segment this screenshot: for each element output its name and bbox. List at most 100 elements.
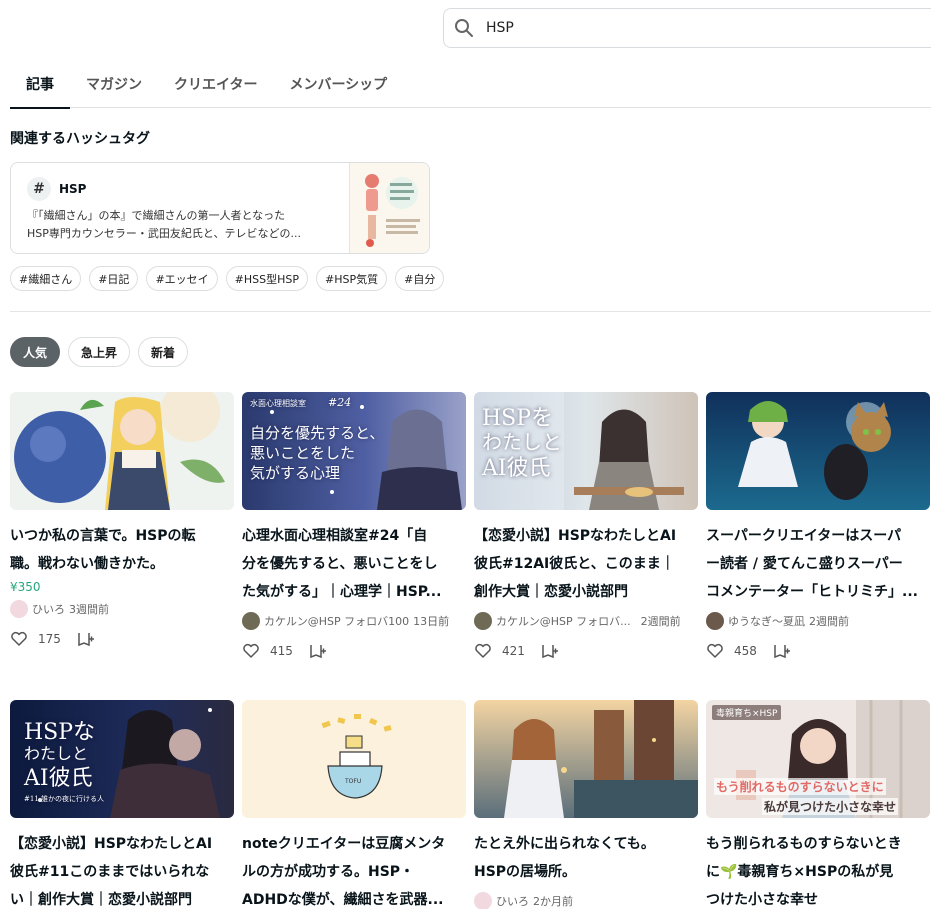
- like-count: 421: [502, 644, 525, 658]
- hashtag-description-line: 『「繊細さん」の本』で繊細さんの第一人者となった: [27, 209, 286, 222]
- article-thumbnail: TOFU: [242, 700, 466, 818]
- sort-new-button[interactable]: 新着: [138, 337, 189, 367]
- thumbnail-caption: TOFU: [345, 778, 362, 785]
- section-divider: [10, 311, 931, 312]
- thumbnail-caption: #11 誰かの夜に行ける人: [24, 795, 104, 803]
- thumbnail-caption: 自分を優先すると、: [250, 424, 385, 442]
- heart-icon[interactable]: [10, 630, 28, 648]
- heart-icon[interactable]: [706, 642, 724, 660]
- article-thumbnail: [706, 392, 930, 510]
- article-actions: 175: [10, 630, 234, 648]
- article-title-line: もう削られるものすらないとき: [706, 836, 902, 852]
- tab-creators[interactable]: クリエイター: [158, 60, 273, 108]
- article-title-line: スーパークリエイターはスーパ: [706, 528, 902, 544]
- article-title-line: noteクリエイターは豆腐メンタ: [242, 836, 446, 852]
- thumbnail-caption: AI彼氏: [482, 456, 551, 481]
- article-card[interactable]: HSPな わたしと AI彼氏 #11 誰かの夜に行ける人 【恋愛小説】HSPなわ…: [10, 700, 234, 909]
- article-card[interactable]: TOFU noteクリエイターは豆腐メンタ ルの方が成功する。HSP・ ADHD…: [242, 700, 466, 909]
- hashtag-card[interactable]: # HSP 『「繊細さん」の本』で繊細さんの第一人者となった HSP専門カウンセ…: [10, 162, 430, 254]
- article-thumbnail: [10, 392, 234, 510]
- article-title[interactable]: 【恋愛小説】HSPなわたしとAI 彼氏#11このままではいられな い｜創作大賞｜…: [10, 830, 234, 909]
- article-price: ¥350: [10, 580, 41, 594]
- article-title-line: 【恋愛小説】HSPなわたしとAI: [10, 836, 213, 852]
- article-title-line: 彼氏#12AI彼氏と、このまま｜: [474, 556, 675, 572]
- heart-icon[interactable]: [242, 642, 260, 660]
- post-time: 2週間前: [640, 615, 681, 628]
- article-title[interactable]: 心理水面心理相談室#24「自 分を優先すると、悪いことをし た気がする」｜心理学…: [242, 522, 466, 606]
- article-title-line: 【恋愛小説】HSPなわたしとAI: [474, 528, 677, 544]
- article-title[interactable]: スーパークリエイターはスーパ ー読者 / 愛てんこ盛りスーパー コメンテーター「…: [706, 522, 930, 606]
- thumbnail-caption: 水面心理相談室: [250, 399, 306, 408]
- related-hashtags-title: 関連するハッシュタグ: [10, 131, 150, 147]
- article-title-line: た気がする」｜心理学｜HSP...: [242, 584, 442, 600]
- sort-filter: 人気 急上昇 新着: [10, 337, 196, 367]
- article-author[interactable]: ひいろ 3週間前: [10, 600, 234, 618]
- add-to-magazine-icon[interactable]: [77, 630, 95, 648]
- search-query[interactable]: HSP: [486, 20, 514, 36]
- hashtag-name: HSP: [59, 182, 87, 196]
- article-title-line: HSPの居場所。: [474, 864, 577, 880]
- like-count: 415: [270, 644, 293, 658]
- avatar: [474, 892, 492, 909]
- author-name: カケルン@HSP フォロバ...: [496, 615, 631, 628]
- search-icon: [455, 19, 473, 37]
- article-card[interactable]: HSPを わたしと AI彼氏 【恋愛小説】HSPなわたしとAI 彼氏#12AI彼…: [474, 392, 698, 660]
- tab-memberships[interactable]: メンバーシップ: [273, 60, 403, 108]
- author-name: ひいろ: [32, 603, 65, 616]
- tab-articles[interactable]: 記事: [10, 60, 70, 109]
- hashtag-chip[interactable]: #繊細さん: [10, 266, 82, 291]
- article-actions: 421: [474, 642, 698, 660]
- article-author[interactable]: ゆうなぎ〜夏凪 2週間前: [706, 612, 930, 630]
- add-to-magazine-icon[interactable]: [541, 642, 559, 660]
- hashtag-chip[interactable]: #自分: [395, 266, 445, 291]
- article-title-line: 分を優先すると、悪いことをし: [242, 556, 438, 572]
- article-title-line: 創作大賞｜恋愛小説部門: [474, 584, 628, 600]
- article-title-line: コメンテーター「ヒトリミチ」...: [706, 584, 918, 600]
- sort-trending-button[interactable]: 急上昇: [68, 337, 131, 367]
- article-title[interactable]: もう削られるものすらないとき に🌱毒親育ち×HSPの私が見 つけた小さな幸せ: [706, 830, 930, 909]
- article-title[interactable]: いつか私の言葉で。HSPの転 職。戦わない働きかた。: [10, 522, 234, 578]
- article-title[interactable]: noteクリエイターは豆腐メンタ ルの方が成功する。HSP・ ADHDな僕が、繊…: [242, 830, 466, 909]
- hashtag-icon: #: [27, 177, 51, 201]
- article-card[interactable]: いつか私の言葉で。HSPの転 職。戦わない働きかた。 ¥350 ひいろ 3週間前…: [10, 392, 234, 648]
- tab-magazines[interactable]: マガジン: [70, 60, 158, 108]
- like-count: 458: [734, 644, 757, 658]
- add-to-magazine-icon[interactable]: [309, 642, 327, 660]
- article-card[interactable]: スーパークリエイターはスーパ ー読者 / 愛てんこ盛りスーパー コメンテーター「…: [706, 392, 930, 660]
- add-to-magazine-icon[interactable]: [773, 642, 791, 660]
- hashtag-description: 『「繊細さん」の本』で繊細さんの第一人者となった HSP専門カウンセラー・武田友…: [27, 207, 327, 243]
- hashtag-chip[interactable]: #HSP気質: [316, 266, 388, 291]
- author-name: ゆうなぎ〜夏凪: [728, 615, 805, 628]
- article-title-line: に🌱毒親育ち×HSPの私が見: [706, 864, 894, 880]
- avatar: [242, 612, 260, 630]
- like-count: 175: [38, 632, 61, 646]
- thumbnail-badge: 毒親育ち×HSP: [712, 705, 782, 720]
- hashtag-description-line: HSP専門カウンセラー・武田友紀氏と、テレビなどの...: [27, 227, 301, 240]
- sort-popular-button[interactable]: 人気: [10, 337, 61, 367]
- article-title-line: たとえ外に出られなくても。: [474, 836, 655, 852]
- article-title-line: ー読者 / 愛てんこ盛りスーパー: [706, 556, 903, 572]
- hashtag-thumbnail: [349, 163, 429, 253]
- article-title[interactable]: 【恋愛小説】HSPなわたしとAI 彼氏#12AI彼氏と、このまま｜ 創作大賞｜恋…: [474, 522, 698, 606]
- article-author[interactable]: カケルン@HSP フォロバ... 2週間前: [474, 612, 698, 630]
- author-name: カケルン@HSP フォロバ100: [264, 615, 410, 628]
- article-title-line: い｜創作大賞｜恋愛小説部門: [10, 892, 192, 908]
- article-author[interactable]: ひいろ 2か月前: [474, 892, 698, 909]
- avatar: [474, 612, 492, 630]
- hashtag-chip[interactable]: #日記: [89, 266, 139, 291]
- article-card[interactable]: たとえ外に出られなくても。 HSPの居場所。 ひいろ 2か月前: [474, 700, 698, 909]
- article-card[interactable]: 毒親育ち×HSP もう削れるものすらないときに 私が見つけた小さな幸せ もう削ら…: [706, 700, 930, 909]
- article-title[interactable]: たとえ外に出られなくても。 HSPの居場所。: [474, 830, 698, 886]
- article-card[interactable]: 水面心理相談室 #24 自分を優先すると、 悪いことをした 気がする心理 心理水…: [242, 392, 466, 660]
- article-title-line: 彼氏#11このままではいられな: [10, 864, 210, 880]
- author-name: ひいろ: [496, 895, 529, 908]
- search-input[interactable]: HSP: [443, 8, 931, 48]
- article-title-line: 職。戦わない働きかた。: [10, 556, 164, 572]
- thumbnail-caption: #24: [328, 396, 352, 409]
- article-author[interactable]: カケルン@HSP フォロバ100 13日前: [242, 612, 466, 630]
- thumbnail-caption: 気がする心理: [250, 464, 341, 482]
- avatar: [706, 612, 724, 630]
- heart-icon[interactable]: [474, 642, 492, 660]
- hashtag-chip[interactable]: #エッセイ: [146, 266, 218, 291]
- hashtag-chip[interactable]: #HSS型HSP: [225, 266, 308, 291]
